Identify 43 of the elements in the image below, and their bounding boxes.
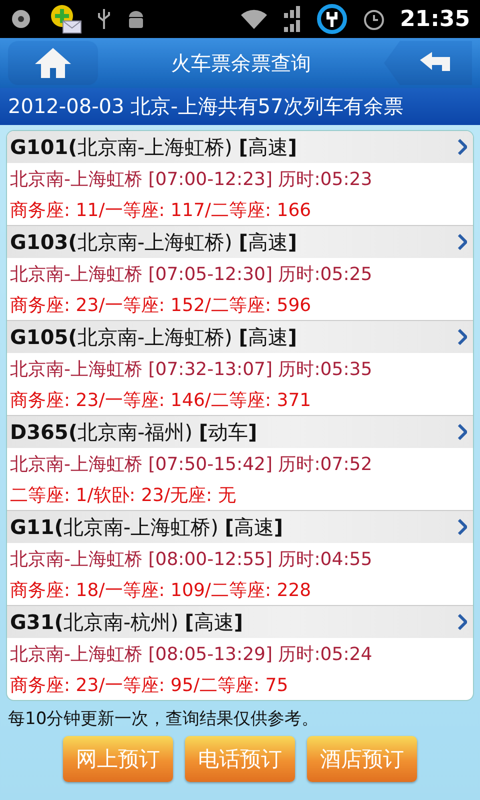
back-button[interactable] [384,41,472,85]
train-row[interactable]: D365(北京南-福州) [动车] [7,416,473,448]
seats-text: 商务座: 23/一等座: 152/二等座: 596 [9,294,312,318]
chevron-right-icon [457,519,467,535]
summary-text: 2012-08-03 北京-上海共有57次列车有余票 [0,88,480,125]
seats-text: 商务座: 23/一等座: 95/二等座: 75 [9,674,290,698]
mail-icon [48,4,82,34]
route-text: 北京南-上海虹桥 [08:00-12:55] 历时:04:55 [9,548,374,572]
status-time: 21:35 [400,6,470,32]
train-title: G11(北京南-上海虹桥) [高速] [10,514,284,540]
charging-icon [316,3,348,35]
chevron-right-icon [457,424,467,440]
usb-icon [96,7,112,31]
train-row[interactable]: G101(北京南-上海虹桥) [高速] [7,131,473,163]
route-text: 北京南-上海虹桥 [07:50-15:42] 历时:07:52 [9,452,374,476]
train-row[interactable]: G31(北京南-杭州) [高速] [7,606,473,638]
train-title: G105(北京南-上海虹桥) [高速] [10,324,297,350]
chevron-right-icon [457,614,467,630]
route-text: 北京南-上海虹桥 [08:05-13:29] 历时:05:24 [9,642,374,666]
route-text: 北京南-上海虹桥 [07:00-12:23] 历时:05:23 [9,168,374,192]
chevron-right-icon [457,329,467,345]
chevron-right-icon [457,139,467,155]
home-icon [33,46,73,80]
route-text: 北京南-上海虹桥 [07:32-13:07] 历时:05:35 [9,358,374,382]
header-title: 火车票余票查询 [171,50,311,76]
seats-text: 商务座: 11/一等座: 117/二等座: 166 [9,198,312,222]
route-text: 北京南-上海虹桥 [07:05-12:30] 历时:05:25 [9,262,374,286]
chevron-right-icon [457,234,467,250]
train-row[interactable]: G103(北京南-上海虹桥) [高速] [7,226,473,258]
seats-text: 商务座: 18/一等座: 109/二等座: 228 [9,578,312,602]
train-row[interactable]: G11(北京南-上海虹桥) [高速] [7,511,473,543]
train-title: D365(北京南-福州) [动车] [10,418,258,446]
home-button[interactable] [8,41,98,85]
signal-icon [282,6,302,32]
train-title: G101(北京南-上海虹桥) [高速] [10,134,297,160]
update-note: 每10分钟更新一次，查询结果仅供参考。 [7,708,320,731]
train-title: G103(北京南-上海虹桥) [高速] [10,228,297,256]
train-row[interactable]: G105(北京南-上海虹桥) [高速] [7,321,473,353]
train-title: G31(北京南-杭州) [高速] [10,608,244,636]
wifi-icon [240,8,268,30]
seats-text: 二等座: 1/软卧: 23/无座: 无 [9,484,237,508]
alarm-clock-icon [362,7,386,31]
seats-text: 商务座: 23/一等座: 146/二等座: 371 [9,388,312,412]
